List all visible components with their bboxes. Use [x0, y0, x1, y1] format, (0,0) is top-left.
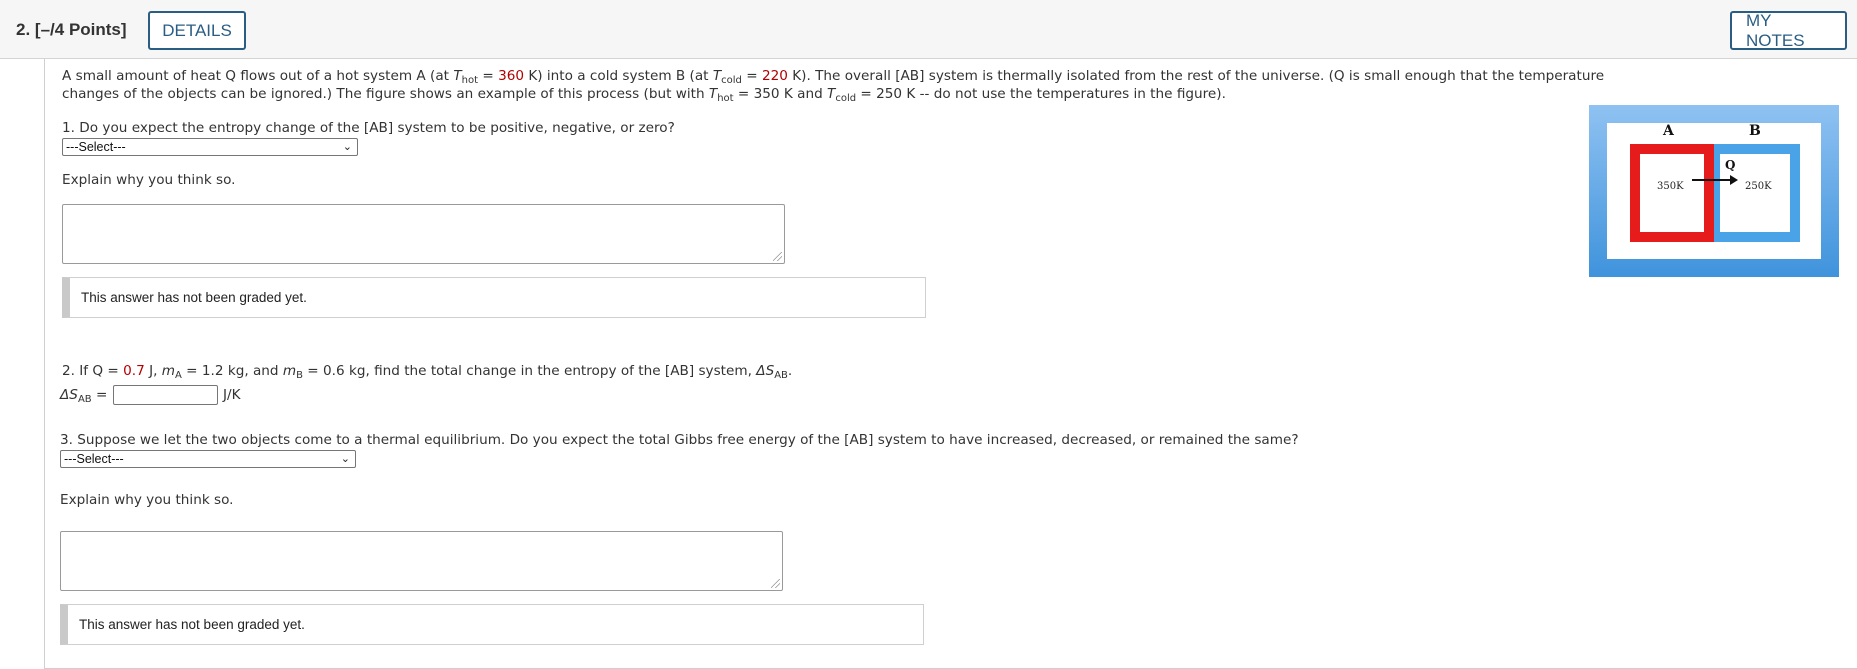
intro-line-2: changes of the objects can be ignored.) … — [62, 86, 1226, 104]
part2-question: 2. If Q = 0.7 J, mA = 1.2 kg, and mB = 0… — [62, 363, 793, 381]
figure-temp-b: 250K — [1745, 181, 1772, 192]
part3-graded-status: This answer has not been graded yet. — [60, 604, 924, 645]
hot-system-a-box — [1630, 144, 1714, 242]
figure-label-a: A — [1663, 123, 1674, 139]
delta-s-answer-input[interactable] — [113, 385, 218, 405]
part2-unit: J/K — [223, 387, 241, 403]
resize-handle-icon[interactable] — [773, 252, 782, 261]
heat-flow-figure: A B Q 350K 250K — [1589, 105, 1839, 277]
part2-answer-label: ΔSAB = — [60, 387, 108, 405]
part3-explain-textarea[interactable] — [60, 531, 783, 591]
question-title: 2. [–/4 Points] — [16, 20, 127, 40]
chevron-down-icon: ⌄ — [340, 453, 350, 465]
part1-question: 1. Do you expect the entropy change of t… — [62, 120, 675, 136]
part3-question: 3. Suppose we let the two objects come t… — [60, 432, 1299, 448]
figure-temp-a: 350K — [1657, 181, 1684, 192]
part1-explain-textarea[interactable] — [62, 204, 785, 264]
details-button[interactable]: DETAILS — [148, 11, 246, 50]
figure-label-q: Q — [1725, 158, 1736, 172]
question-number: 2. — [16, 20, 31, 39]
chevron-down-icon: ⌄ — [342, 141, 352, 153]
question-body: A small amount of heat Q flows out of a … — [44, 59, 1857, 669]
part3-select[interactable]: ---Select--- ⌄ — [60, 450, 356, 468]
intro-line-1: A small amount of heat Q flows out of a … — [62, 68, 1605, 86]
t-cold-value: 220 — [761, 68, 788, 84]
question-header: 2. [–/4 Points] DETAILS MY NOTES — [0, 0, 1857, 59]
heat-q-value: 0.7 — [123, 363, 145, 379]
part1-select[interactable]: ---Select--- ⌄ — [62, 138, 358, 156]
resize-handle-icon[interactable] — [771, 579, 780, 588]
part3-explain-label: Explain why you think so. — [60, 492, 234, 508]
t-hot-value: 360 — [498, 68, 525, 84]
part1-explain-label: Explain why you think so. — [62, 172, 236, 188]
my-notes-button[interactable]: MY NOTES — [1730, 11, 1847, 50]
heat-flow-arrow-icon — [1692, 175, 1738, 185]
question-points: [–/4 Points] — [34, 20, 127, 39]
figure-label-b: B — [1749, 123, 1761, 139]
part1-graded-status: This answer has not been graded yet. — [62, 277, 926, 318]
